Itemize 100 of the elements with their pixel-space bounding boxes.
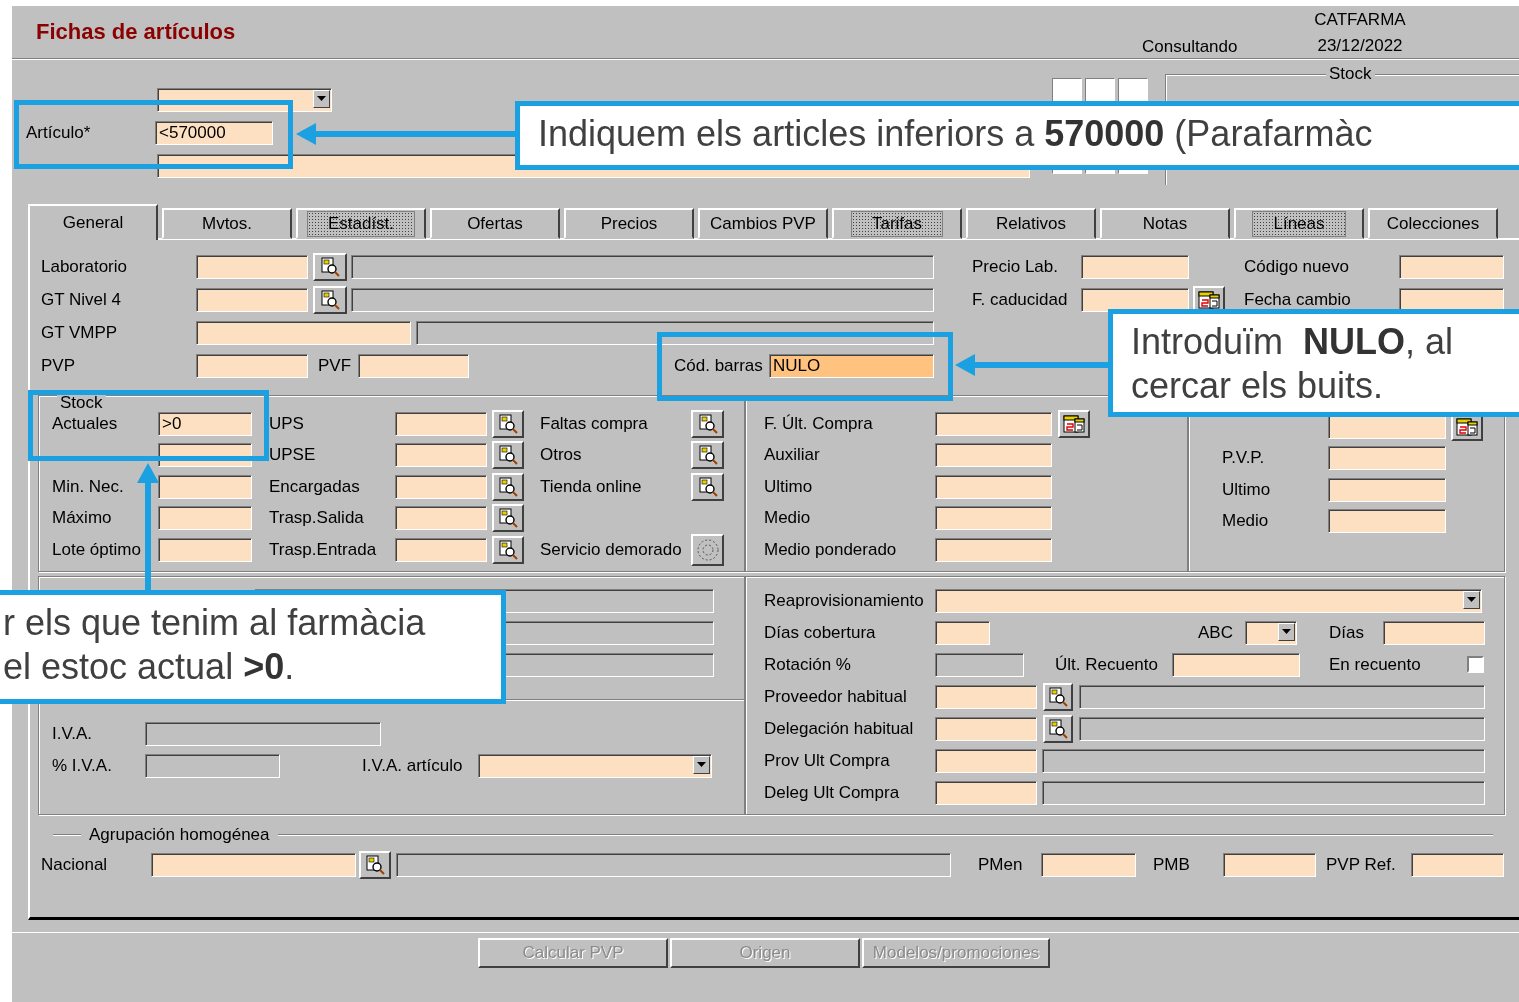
field-label: F. Últ. Compra [764, 413, 874, 434]
input-field[interactable] [1081, 254, 1189, 279]
field-label: PMB [1153, 855, 1191, 875]
input-field[interactable] [358, 353, 469, 378]
input-field[interactable] [1172, 652, 1300, 677]
tab[interactable]: Mvtos. [162, 208, 292, 239]
input-field[interactable] [1328, 477, 1446, 502]
dropdown[interactable] [1245, 620, 1297, 645]
input-field[interactable]: NULO [769, 353, 934, 378]
input-field[interactable] [395, 506, 487, 531]
field-label: % I.V.A. [52, 755, 113, 776]
field-label: Min. Nec. [52, 476, 125, 497]
input-field[interactable] [1118, 78, 1148, 102]
field-label: Ultimo [764, 476, 814, 497]
input-field[interactable] [1411, 853, 1504, 877]
caret-icon [1467, 597, 1476, 602]
document-search-icon [320, 289, 340, 310]
input-field[interactable]: <570000 [155, 120, 273, 145]
input-field[interactable] [196, 353, 308, 378]
field-label: Máximo [52, 508, 113, 529]
document-search-icon [697, 445, 718, 466]
field-label: Lote óptimo [52, 539, 142, 560]
input-field[interactable] [935, 474, 1052, 499]
input-field[interactable] [395, 443, 487, 468]
document-search-icon [498, 413, 518, 434]
field-label: Encargadas [269, 476, 361, 497]
input-field[interactable] [935, 443, 1052, 468]
tab[interactable]: General [28, 204, 158, 240]
input-field[interactable] [196, 320, 411, 345]
window-title: Fichas de artículos [36, 19, 236, 45]
lookup-button[interactable] [359, 851, 391, 879]
lookup-button[interactable] [313, 252, 347, 281]
lookup-button[interactable] [691, 441, 724, 470]
input-field[interactable]: >0 [158, 411, 252, 436]
dropdown[interactable] [935, 588, 1482, 613]
input-field[interactable] [1328, 509, 1446, 534]
document-search-icon [498, 476, 518, 497]
field-label: Fecha cambio [1244, 289, 1352, 310]
input-field[interactable] [151, 853, 356, 877]
lookup-button[interactable] [492, 504, 524, 533]
tab[interactable]: Colecciones [1368, 208, 1498, 239]
lookup-button[interactable] [492, 441, 524, 470]
tab[interactable]: Cambios PVP [698, 208, 828, 239]
tab[interactable]: Notas [1100, 208, 1230, 239]
lookup-button[interactable] [1043, 714, 1073, 743]
input-field[interactable] [935, 506, 1052, 531]
lookup-button[interactable] [492, 535, 524, 564]
input-field[interactable] [1081, 287, 1189, 312]
group-title: Agrupación homogénea [89, 824, 270, 845]
lookup-button[interactable] [1043, 682, 1073, 711]
lookup-button[interactable] [691, 409, 724, 438]
field-label: Cód. barras [674, 355, 764, 376]
field-label: Trasp.Salida [269, 508, 365, 529]
lookup-button[interactable] [691, 472, 724, 501]
input-field[interactable] [395, 474, 487, 499]
field-label: Reaprovisionamiento [764, 590, 925, 611]
input-field[interactable] [395, 537, 487, 562]
field-label: Artículo* [26, 122, 92, 143]
input-field[interactable] [935, 684, 1037, 709]
tab[interactable]: Ofertas [430, 208, 560, 239]
input-field[interactable] [935, 716, 1037, 741]
checkbox[interactable] [1467, 656, 1484, 673]
tab[interactable]: Relativos [966, 208, 1096, 239]
field-label: Rotación % [764, 654, 852, 675]
lookup-button[interactable] [492, 472, 524, 501]
input-field[interactable] [395, 411, 487, 436]
input-field[interactable] [158, 537, 252, 562]
lookup-button[interactable] [313, 285, 347, 314]
input-field[interactable] [158, 506, 252, 531]
field-label: Días [1329, 622, 1365, 643]
field-label: Actuales [52, 413, 119, 434]
input-field[interactable] [935, 411, 1052, 436]
input-field[interactable] [1383, 620, 1485, 645]
field-label: Nacional [41, 855, 109, 875]
options-button[interactable] [691, 533, 724, 566]
input-field[interactable] [196, 254, 308, 279]
calendar-button[interactable] [1058, 409, 1090, 438]
input-field[interactable] [196, 287, 308, 312]
lookup-button[interactable] [492, 409, 524, 438]
input-field[interactable] [1399, 287, 1504, 312]
input-field[interactable] [1085, 78, 1115, 102]
input-field[interactable] [1052, 78, 1082, 102]
field-label: Trasp.Entrada [269, 539, 378, 560]
input-field[interactable] [1328, 446, 1446, 471]
dropdown[interactable] [478, 753, 712, 778]
document-search-icon [365, 855, 385, 875]
field-label: I.V.A. [52, 723, 93, 744]
input-field[interactable] [158, 474, 252, 499]
calendar-icon [1063, 414, 1085, 433]
input-field[interactable] [1399, 254, 1504, 279]
input-field[interactable] [935, 620, 990, 645]
tab[interactable]: Precios [564, 208, 694, 239]
input-field[interactable] [1223, 853, 1316, 877]
input-field[interactable] [935, 748, 1037, 773]
input-field[interactable] [935, 780, 1037, 805]
input-field[interactable] [935, 537, 1052, 562]
field-label: Precio Lab. [972, 256, 1059, 277]
input-field[interactable] [1041, 853, 1136, 877]
status-text: Consultando [1142, 37, 1238, 57]
field-label: GT VMPP [41, 322, 119, 343]
